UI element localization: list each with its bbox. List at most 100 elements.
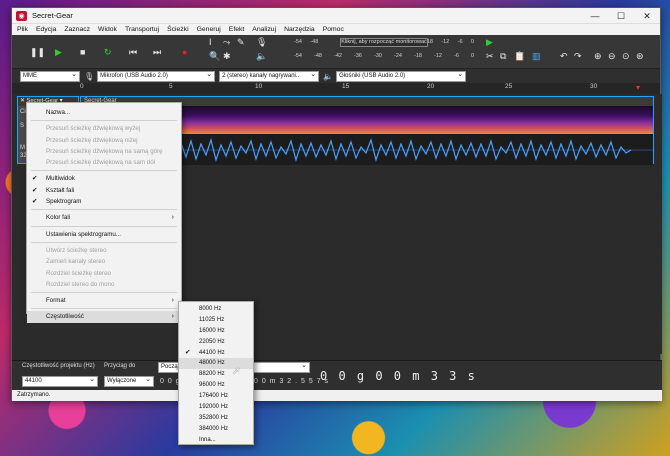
menu-item-rate[interactable]: Częstotliwość › — [27, 311, 181, 323]
recording-channels-select[interactable]: 2 (stereo) kanały nagrywani.. — [219, 70, 320, 82]
ruler-tick-label: 25 — [505, 83, 513, 90]
meter-tick: -48 — [310, 39, 319, 45]
recording-device-select[interactable]: Mikrofon (USB Audio 2.0) — [97, 70, 216, 82]
fit-project-icon[interactable]: ⊛ — [636, 51, 644, 61]
ruler-tick-label: 30 — [590, 83, 598, 90]
minimize-button[interactable]: — — [582, 8, 608, 24]
stop-icon[interactable]: ■ — [80, 47, 85, 57]
menu-item-name[interactable]: Nazwa... — [27, 107, 181, 118]
rate-option-label: 44100 Hz — [199, 349, 225, 356]
meter-tick: -42 — [334, 53, 342, 59]
fit-selection-icon[interactable]: ⊙ — [622, 51, 630, 61]
menu-item-waveform[interactable]: ✔ Kształt fali — [27, 185, 181, 196]
menu-bar: Plik Edycja Zaznacz Widok Transportuj Śc… — [12, 24, 660, 35]
meter-tick: -36 — [354, 53, 362, 59]
selection-tool-icon[interactable]: I — [209, 37, 212, 47]
rate-option[interactable]: 8000 Hz — [179, 304, 253, 315]
chevron-right-icon: › — [171, 313, 174, 321]
menu-zaznacz[interactable]: Zaznacz — [64, 26, 90, 33]
snap-label: Przyciąg do — [104, 363, 136, 369]
menu-generuj[interactable]: Generuj — [197, 26, 221, 33]
title-bar: ◉ Secret-Gear — ☐ ✕ — [12, 8, 660, 24]
track-label: S — [20, 123, 25, 129]
menu-transportuj[interactable]: Transportuj — [125, 26, 159, 33]
menu-separator — [31, 209, 177, 211]
menu-efekt[interactable]: Efekt — [229, 26, 245, 33]
ruler-tick-label: 5 — [169, 83, 173, 90]
copy-icon[interactable]: ⧉ — [500, 51, 506, 61]
meter-tick: -12 — [441, 39, 450, 45]
loop-icon[interactable]: ↻ — [104, 47, 112, 57]
microphone-icon: 🎙 — [84, 71, 95, 81]
window-title: Secret-Gear — [32, 11, 73, 20]
draw-tool-icon[interactable]: ✎ — [237, 37, 245, 47]
maximize-button[interactable]: ☐ — [608, 8, 634, 24]
meter-tick: -30 — [374, 53, 382, 59]
meter-tick: -6 — [454, 53, 459, 59]
ruler-tick-label: 20 — [427, 83, 435, 90]
menu-item-format[interactable]: Format › — [27, 295, 181, 306]
audio-host-select[interactable]: MME — [20, 70, 80, 82]
play-at-speed-icon[interactable]: ▶ — [486, 37, 493, 47]
menu-narzedzia[interactable]: Narzędzia — [284, 26, 315, 33]
menu-item-multiview[interactable]: ✔ Multiwidok — [27, 173, 181, 184]
check-icon: ✔ — [185, 348, 191, 356]
play-icon[interactable]: ▶ — [55, 47, 62, 57]
menu-analizuj[interactable]: Analizuj — [252, 26, 276, 33]
rate-option[interactable]: 16000 Hz — [179, 326, 253, 337]
playback-device-select[interactable]: Głośniki (USB Audio 2.0) — [336, 70, 467, 82]
menu-sciezki[interactable]: Ścieżki — [167, 26, 189, 33]
redo-icon[interactable]: ↷ — [574, 51, 582, 61]
skip-start-icon[interactable]: ⏮ — [129, 47, 137, 57]
menu-item-move-down: Przesuń ścieżkę dźwiękową niżej — [46, 136, 138, 144]
playback-meter[interactable]: -54 -48 -42 -36 -30 -24 -18 -12 -6 0 — [294, 53, 474, 63]
rate-option[interactable]: 176400 Hz — [179, 391, 253, 402]
speaker-icon[interactable]: 🔈 — [256, 51, 267, 61]
selection-end-time[interactable]: 0 0 m 3 2 . 5 5 7 s — [254, 378, 329, 385]
zoom-in-icon[interactable]: ⊕ — [594, 51, 602, 61]
rate-option-other[interactable]: Inna... — [179, 435, 253, 446]
menu-separator — [31, 308, 177, 310]
menu-edycja[interactable]: Edycja — [36, 26, 56, 33]
toolbar: ❚❚ ▶ ■ ↻ ⏮ ⏭ ● I ⤳ ✎ 🔍 ✱ 🎙 🔈 -54 -48 -18… — [12, 35, 660, 69]
zoom-out-icon[interactable]: ⊖ — [608, 51, 616, 61]
status-bar: Zatrzymano. — [12, 390, 662, 401]
skip-end-icon[interactable]: ⏭ — [153, 47, 161, 57]
microphone-icon[interactable]: 🎙 — [256, 37, 267, 47]
audio-position-display[interactable]: 0 0 g 0 0 m 3 3 s — [320, 369, 477, 383]
envelope-tool-icon[interactable]: ⤳ — [223, 37, 230, 47]
rate-option[interactable]: 88200 Hz — [179, 369, 253, 380]
project-rate-select[interactable]: 44100 — [22, 375, 98, 387]
multi-tool-icon[interactable]: ✱ — [223, 51, 231, 61]
playhead-marker[interactable]: ▾ — [636, 83, 640, 92]
meter-hint[interactable]: Kliknij, aby rozpocząć monitorować — [340, 38, 428, 47]
zoom-tool-icon[interactable]: 🔍 — [209, 51, 220, 61]
trim-icon[interactable]: ▥ — [532, 51, 541, 61]
meter-tick: -6 — [457, 39, 463, 45]
rate-option-selected[interactable]: ✔ 44100 Hz — [179, 348, 253, 359]
menu-item-spectrogram[interactable]: ✔ Spektrogram — [27, 196, 181, 207]
record-icon[interactable]: ● — [182, 47, 187, 57]
project-rate-label: Częstotliwość projektu (Hz) — [22, 363, 95, 369]
meter-tick: 0 — [470, 39, 474, 45]
cut-icon[interactable]: ✂ — [486, 51, 494, 61]
rate-option[interactable]: 384000 Hz — [179, 424, 253, 435]
pause-icon[interactable]: ❚❚ — [30, 47, 45, 57]
rate-option[interactable]: 22050 Hz — [179, 337, 253, 348]
rate-option[interactable]: 96000 Hz — [179, 380, 253, 391]
rate-option-hovered[interactable]: 48000 Hz — [179, 358, 253, 370]
menu-pomoc[interactable]: Pomoc — [323, 26, 344, 33]
undo-icon[interactable]: ↶ — [560, 51, 568, 61]
menu-widok[interactable]: Widok — [98, 26, 117, 33]
menu-item-label: Częstotliwość — [46, 313, 84, 321]
menu-item-spectrogram-settings[interactable]: Ustawienia spektrogramu... — [27, 229, 181, 240]
rate-option[interactable]: 192000 Hz — [179, 402, 253, 413]
rate-option[interactable]: 11025 Hz — [179, 315, 253, 326]
paste-icon[interactable]: 📋 — [514, 51, 525, 61]
menu-item-swap-channels: Zamień kanały stereo — [46, 258, 106, 266]
rate-option[interactable]: 352800 Hz — [179, 413, 253, 424]
menu-plik[interactable]: Plik — [17, 26, 28, 33]
menu-item-wave-color[interactable]: Kolor fali › — [27, 212, 181, 223]
close-button[interactable]: ✕ — [634, 8, 660, 24]
snap-select[interactable]: Wyłączone — [104, 375, 154, 387]
